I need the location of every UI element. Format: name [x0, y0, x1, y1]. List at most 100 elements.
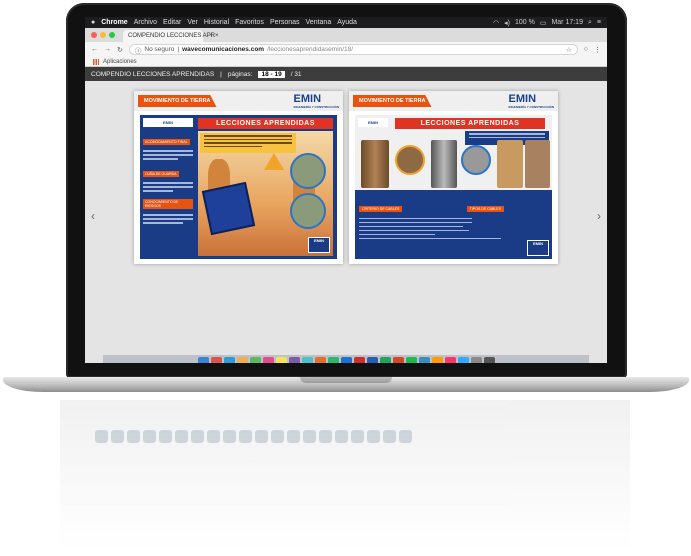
- messages-icon[interactable]: [301, 356, 313, 363]
- emin-stamp: EMIN: [308, 237, 330, 253]
- calendar-icon[interactable]: [314, 356, 326, 363]
- minimize-window-button[interactable]: [100, 32, 106, 38]
- maximize-window-button[interactable]: [109, 32, 115, 38]
- emin-logo: EMIN INGENIERÍA Y CONSTRUCCIÓN: [293, 93, 339, 109]
- category-tag: MOVIMIENTO DE TIERRA: [353, 95, 432, 107]
- wifi-icon[interactable]: ◠: [493, 19, 499, 27]
- volume-icon[interactable]: ◂): [504, 19, 510, 27]
- photo-circle: [290, 193, 326, 229]
- finder-icon[interactable]: [197, 356, 209, 363]
- apps-grid-icon[interactable]: [93, 58, 99, 65]
- appstore-icon[interactable]: [340, 356, 352, 363]
- warning-triangle-icon: [264, 153, 284, 170]
- skype-icon[interactable]: [418, 356, 430, 363]
- menu-historial[interactable]: Historial: [204, 19, 229, 26]
- browser-menu-icon[interactable]: ⋮: [594, 46, 601, 54]
- forward-arrow-icon[interactable]: →: [104, 46, 111, 53]
- photo-circle: [290, 153, 326, 189]
- close-window-button[interactable]: [91, 32, 97, 38]
- notification-center-icon[interactable]: ≡: [597, 19, 601, 27]
- powerpoint-icon[interactable]: [392, 356, 404, 363]
- apple-icon[interactable]: ●: [91, 19, 95, 26]
- word-icon[interactable]: [366, 356, 378, 363]
- cable-circle-good: [461, 145, 491, 175]
- section-tag: CRITERIO DE CABLES: [359, 206, 403, 212]
- browser-tabbar: COMPENDIO LECCIONES APR × +: [85, 28, 607, 42]
- indesign-icon[interactable]: [444, 356, 456, 363]
- launchpad-icon[interactable]: [210, 356, 222, 363]
- spotlight-icon[interactable]: ⌕: [588, 19, 592, 27]
- page-number-input[interactable]: 18 - 19: [258, 70, 285, 78]
- section-tag: CUÑA DE GUARDA: [143, 171, 179, 177]
- preferences-icon[interactable]: [470, 356, 482, 363]
- menu-archivo[interactable]: Archivo: [134, 19, 157, 26]
- menubar-app-name[interactable]: Chrome: [101, 19, 127, 26]
- previous-page-arrow-icon[interactable]: ‹: [91, 209, 95, 223]
- category-tag: MOVIMIENTO DE TIERRA: [138, 95, 217, 107]
- laptop-reflection: [60, 400, 630, 550]
- flipbook-header: COMPENDIO LECCIONES APRENDIDAS | páginas…: [85, 67, 607, 81]
- right-page[interactable]: MOVIMIENTO DE TIERRA EMIN INGENIERÍA Y CO…: [349, 91, 558, 264]
- spotify-icon[interactable]: [405, 356, 417, 363]
- page-body: EMIN LECCIONES APRENDIDAS CRITERIO DE CA…: [355, 115, 552, 259]
- page-bottom-section: CRITERIO DE CABLES TIPOS DE CABLES EMIN: [355, 193, 552, 259]
- menu-ver[interactable]: Ver: [187, 19, 198, 26]
- section-tag: CONOCIMIENTO DE RIESGOS: [143, 199, 193, 209]
- section-tag: ACOMODAMIENTO FINAL: [143, 139, 190, 145]
- cable-photo-damaged: [361, 140, 389, 188]
- chrome-icon[interactable]: [236, 356, 248, 363]
- window-controls: [91, 32, 115, 38]
- photoshop-icon[interactable]: [457, 356, 469, 363]
- menu-editar[interactable]: Editar: [163, 19, 181, 26]
- page-header: MOVIMIENTO DE TIERRA EMIN INGENIERÍA Y CO…: [134, 91, 343, 111]
- battery-level[interactable]: 100 %: [515, 19, 535, 27]
- excel-icon[interactable]: [379, 356, 391, 363]
- page-body: EMIN ACOMODAMIENTO FINAL CUÑA DE GUARDA …: [140, 115, 337, 259]
- menu-personas[interactable]: Personas: [270, 19, 300, 26]
- security-label: No seguro: [144, 46, 175, 53]
- page-top-section: EMIN LECCIONES APRENDIDAS: [355, 115, 552, 190]
- page-sidebar: EMIN ACOMODAMIENTO FINAL CUÑA DE GUARDA …: [140, 115, 196, 259]
- facetime-icon[interactable]: [327, 356, 339, 363]
- new-tab-button[interactable]: +: [209, 30, 214, 40]
- url-domain: wavecomunicaciones.com: [182, 46, 265, 53]
- profile-icon[interactable]: ○: [584, 46, 588, 53]
- sidebar-logo: EMIN: [143, 118, 193, 127]
- cable-photo-good: [431, 140, 457, 188]
- site-photo: [525, 140, 550, 188]
- product-mockup: ● Chrome Archivo Editar Ver Historial Fa…: [0, 0, 691, 556]
- emin-stamp: EMIN: [527, 240, 549, 256]
- menu-ayuda[interactable]: Ayuda: [337, 19, 357, 26]
- section-tag: TIPOS DE CABLES: [466, 206, 504, 212]
- menu-favoritos[interactable]: Favoritos: [235, 19, 264, 26]
- close-tab-icon[interactable]: ×: [215, 33, 219, 39]
- address-bar[interactable]: ⓘ No seguro | wavecomunicaciones.com/lec…: [128, 44, 578, 55]
- menu-ventana[interactable]: Ventana: [306, 19, 332, 26]
- next-page-arrow-icon[interactable]: ›: [597, 209, 601, 223]
- acrobat-icon[interactable]: [353, 356, 365, 363]
- menubar-clock[interactable]: Mar 17:19: [551, 19, 583, 27]
- photos-icon[interactable]: [262, 356, 274, 363]
- pages-label: páginas:: [227, 70, 253, 78]
- dock-reflection: [95, 430, 475, 444]
- mac-menubar: ● Chrome Archivo Editar Ver Historial Fa…: [85, 17, 607, 28]
- battery-icon[interactable]: ▭: [540, 19, 547, 27]
- reload-icon[interactable]: ↻: [117, 46, 123, 54]
- mail-icon[interactable]: [249, 356, 261, 363]
- tab-compendio[interactable]: COMPENDIO LECCIONES APR ×: [123, 30, 219, 42]
- back-arrow-icon[interactable]: ←: [91, 46, 98, 53]
- bookmark-aplicaciones[interactable]: Aplicaciones: [103, 59, 137, 65]
- trash-icon[interactable]: [483, 356, 495, 363]
- emin-logo: EMIN INGENIERÍA Y CONSTRUCCIÓN: [508, 93, 554, 109]
- bookmark-star-icon[interactable]: ☆: [566, 46, 572, 54]
- info-icon[interactable]: ⓘ: [135, 45, 142, 55]
- left-page[interactable]: MOVIMIENTO DE TIERRA EMIN INGENIERÍA Y CO…: [134, 91, 343, 264]
- illustrator-icon[interactable]: [431, 356, 443, 363]
- page-title: LECCIONES APRENDIDAS: [198, 118, 333, 129]
- overturned-machine: [201, 181, 256, 236]
- music-icon[interactable]: [288, 356, 300, 363]
- notes-icon[interactable]: [275, 356, 287, 363]
- safari-icon[interactable]: [223, 356, 235, 363]
- warning-box: [200, 133, 296, 153]
- flipbook-viewer: ‹ › MOVIMIENTO DE TIERRA EMIN INGENIERÍA …: [85, 81, 607, 363]
